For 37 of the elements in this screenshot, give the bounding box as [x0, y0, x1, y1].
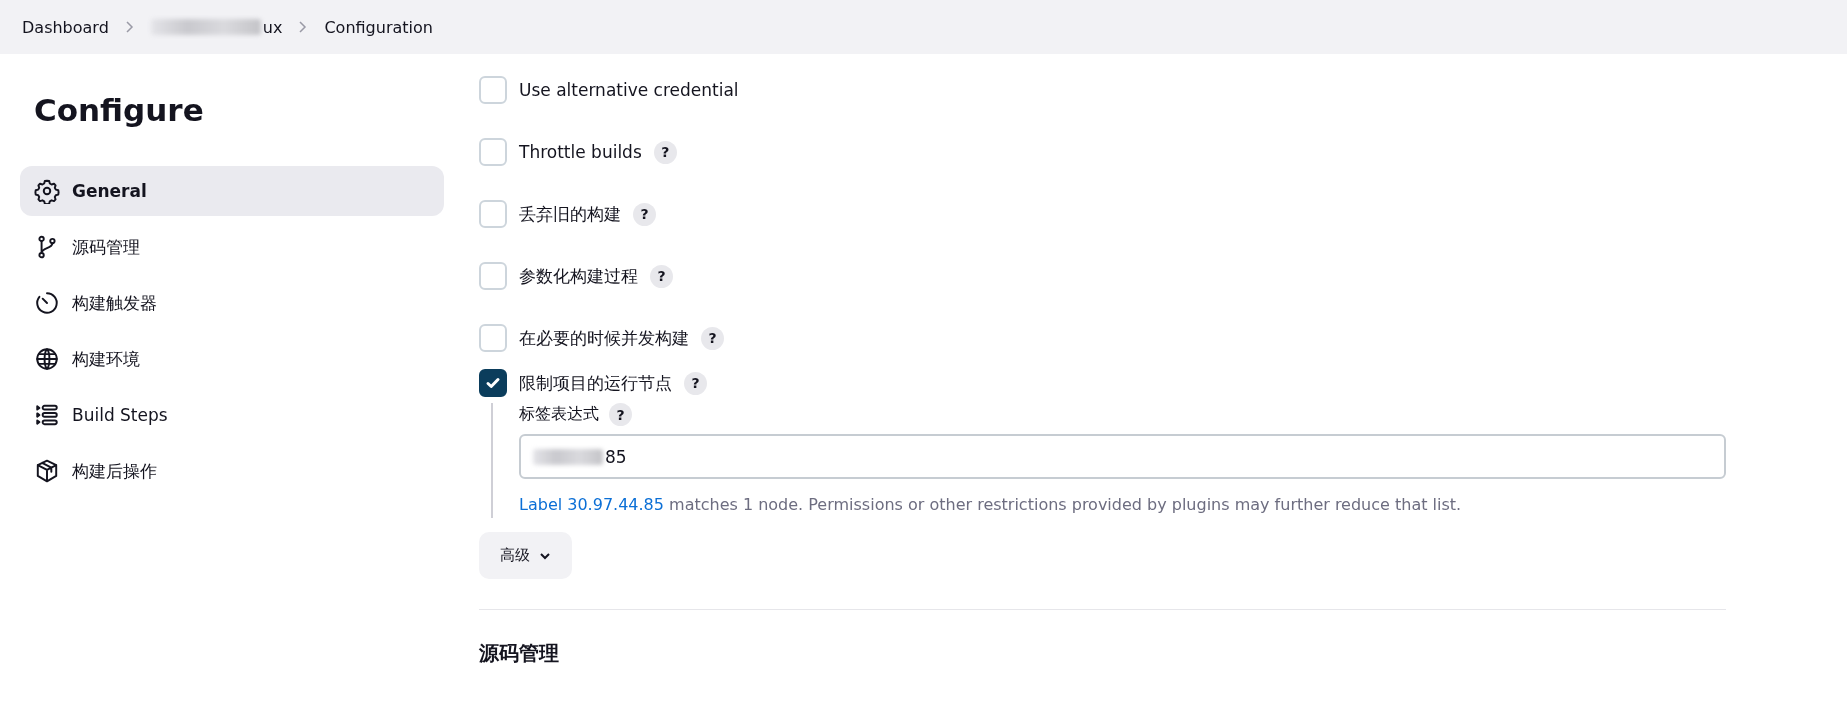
globe-icon — [34, 346, 60, 372]
sidebar-item[interactable]: 构建环境 — [20, 334, 444, 384]
help-button[interactable]: ? — [609, 403, 632, 426]
option-label: 在必要的时候并发构建 — [519, 326, 689, 350]
breadcrumb-link[interactable]: Dashboard — [22, 17, 109, 37]
checkbox[interactable] — [479, 369, 507, 397]
breadcrumb-link[interactable]: Configuration — [324, 17, 433, 37]
help-button[interactable]: ? — [653, 140, 677, 164]
sidebar-item[interactable]: 构建后操作 — [20, 446, 444, 496]
list-icon — [34, 402, 60, 428]
breadcrumb-link[interactable]: ux — [262, 17, 283, 37]
sidebar-item[interactable]: 构建触发器 — [20, 278, 444, 328]
validation-message: Label 30.97.44.85 matches 1 node. Permissions or other restrictions provided by plugins may further reduce that list. — [519, 495, 1463, 514]
input-field[interactable]: 85 — [519, 434, 1726, 479]
check-icon — [485, 375, 501, 391]
help-button[interactable]: ? — [633, 202, 656, 226]
field-label: 标签表达式 — [519, 404, 599, 425]
chevron-icon — [124, 20, 135, 34]
help-button[interactable]: ? — [684, 371, 707, 395]
settings-icon — [34, 178, 60, 204]
help-button[interactable]: ? — [701, 326, 724, 350]
option-label: 限制项目的运行节点 — [519, 371, 672, 395]
option-label: 丢弃旧的构建 — [519, 202, 621, 226]
package-icon — [34, 458, 60, 484]
sidebar-item[interactable]: Build Steps — [20, 390, 444, 440]
option-label: 参数化构建过程 — [519, 264, 638, 288]
option-label: Throttle builds — [519, 142, 642, 162]
page-title: Configure — [34, 92, 205, 128]
help-button[interactable]: ? — [650, 264, 673, 288]
timer-icon — [34, 290, 60, 316]
advanced-button[interactable]: 高级 — [479, 532, 572, 579]
sidebar-item[interactable]: 源码管理 — [20, 222, 444, 272]
section-heading: 源码管理 — [479, 640, 560, 667]
sidebar-item[interactable]: General — [20, 166, 444, 216]
chevron-icon — [298, 20, 309, 34]
option-label: Use alternative credential — [519, 80, 739, 100]
label-link[interactable]: Label 30.97.44.85 — [519, 495, 664, 514]
